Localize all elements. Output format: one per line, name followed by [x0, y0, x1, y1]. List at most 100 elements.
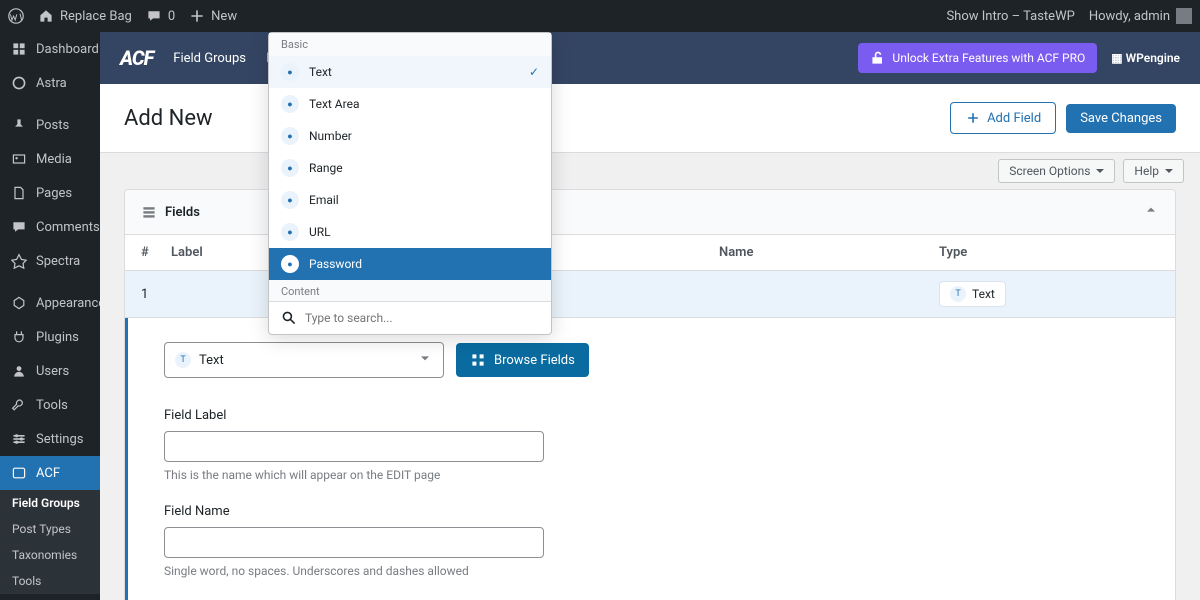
col-name: Name [719, 245, 939, 260]
page-icon [10, 184, 28, 202]
type-chip-label: Text [972, 287, 995, 301]
site-home-link[interactable]: Replace Bag [38, 8, 132, 24]
media-icon [10, 150, 28, 168]
add-field-button[interactable]: Add Field [950, 102, 1056, 134]
option-icon: ● [281, 191, 299, 209]
plus-icon [189, 8, 205, 24]
sidebar-sub-field-groups[interactable]: Field Groups [0, 490, 100, 516]
show-intro-link[interactable]: Show Intro – TasteWP [946, 9, 1074, 24]
fields-icon [141, 204, 157, 220]
check-icon: ✓ [529, 65, 539, 79]
appearance-icon [10, 294, 28, 312]
option-icon: ● [281, 95, 299, 113]
dropdown-search [269, 301, 551, 334]
sidebar-label: Media [36, 152, 72, 167]
sidebar-item-tools[interactable]: Tools [0, 388, 100, 422]
dropdown-search-input[interactable] [305, 311, 539, 325]
admin-bar: Replace Bag 0 New Show Intro – TasteWP H… [0, 0, 1200, 32]
sidebar-sub-tools[interactable]: Tools [0, 568, 100, 594]
comment-icon [146, 8, 162, 24]
upgrade-pro-button[interactable]: Unlock Extra Features with ACF PRO [858, 43, 1097, 73]
col-type: Type [939, 245, 1159, 260]
sidebar-sub-taxonomies[interactable]: Taxonomies [0, 542, 100, 568]
sidebar-item-dashboard[interactable]: Dashboard [0, 32, 100, 66]
sidebar-item-settings[interactable]: Settings [0, 422, 100, 456]
browse-fields-button[interactable]: Browse Fields [456, 343, 589, 377]
help-button[interactable]: Help [1123, 159, 1184, 183]
col-number: # [141, 245, 171, 260]
sidebar-item-pages[interactable]: Pages [0, 176, 100, 210]
settings-icon [10, 430, 28, 448]
save-changes-button[interactable]: Save Changes [1066, 104, 1176, 133]
sidebar-item-astra[interactable]: Astra [0, 66, 100, 100]
option-label: Email [309, 193, 339, 207]
dropdown-group-label: Basic [269, 33, 551, 56]
sidebar-label: Comments [36, 220, 100, 235]
dropdown-option-text-area[interactable]: ●Text Area [269, 88, 551, 120]
acf-header: ACF Field GroupsPost TypesTaxonomiesTool… [100, 32, 1200, 84]
field-editor: T Text Browse Fields Field Label This is… [125, 318, 1175, 600]
field-label-label: Field Label [164, 408, 1139, 423]
main-content: ACF Field GroupsPost TypesTaxonomiesTool… [100, 32, 1200, 600]
wordpress-icon [8, 8, 24, 24]
option-label: Number [309, 129, 352, 143]
field-type-dropdown: Basic●Text✓●Text Area●Number●Range●Email… [268, 32, 552, 335]
sidebar-item-redirection[interactable]: Redirection [0, 594, 100, 600]
sidebar-item-comments[interactable]: Comments [0, 210, 100, 244]
panel-title: Fields [165, 205, 200, 220]
field-name-help: Single word, no spaces. Underscores and … [164, 564, 1139, 578]
plus-icon [965, 110, 981, 126]
comments-link[interactable]: 0 [146, 8, 175, 24]
acf-logo: ACF [120, 46, 153, 70]
panel-collapse-toggle[interactable] [1143, 202, 1159, 222]
text-type-icon: T [175, 352, 191, 368]
field-name-input[interactable] [164, 527, 544, 558]
chevron-down-icon [1096, 169, 1104, 173]
option-label: Text [309, 65, 332, 79]
sidebar-item-posts[interactable]: Posts [0, 108, 100, 142]
sidebar-item-users[interactable]: Users [0, 354, 100, 388]
sidebar-label: Posts [36, 118, 69, 133]
dropdown-option-text[interactable]: ●Text✓ [269, 56, 551, 88]
admin-sidebar: DashboardAstra Posts Media Pages Comments Spe… [0, 32, 100, 600]
dropdown-option-url[interactable]: ●URL [269, 216, 551, 248]
sidebar-item-media[interactable]: Media [0, 142, 100, 176]
account-link[interactable]: Howdy, admin [1089, 8, 1192, 24]
wp-logo[interactable] [8, 8, 24, 24]
field-label-help: This is the name which will appear on th… [164, 468, 1139, 482]
field-type-select[interactable]: T Text [164, 342, 444, 378]
dropdown-option-range[interactable]: ●Range [269, 152, 551, 184]
spectra-icon [10, 252, 28, 270]
comments-count: 0 [168, 9, 175, 24]
tools-icon [10, 396, 28, 414]
plugin-icon [10, 328, 28, 346]
dropdown-option-number[interactable]: ● Number [269, 120, 551, 152]
dashboard-icon [10, 40, 28, 58]
new-link[interactable]: New [189, 8, 237, 24]
grid-icon [470, 352, 486, 368]
astra-icon [10, 74, 28, 92]
howdy-text: Howdy, admin [1089, 9, 1170, 24]
sidebar-item-acf[interactable]: ACF [0, 456, 100, 490]
sidebar-label: Pages [36, 186, 72, 201]
sidebar-item-plugins[interactable]: Plugins [0, 320, 100, 354]
sidebar-sub-post-types[interactable]: Post Types [0, 516, 100, 542]
screen-options-button[interactable]: Screen Options [998, 159, 1115, 183]
dropdown-group-label: Content [269, 280, 551, 301]
field-label-input[interactable] [164, 431, 544, 462]
home-icon [38, 8, 54, 24]
sidebar-item-spectra[interactable]: Spectra [0, 244, 100, 278]
wpengine-logo[interactable]: ▦ WPengine [1111, 51, 1180, 65]
sidebar-label: Settings [36, 432, 83, 447]
sidebar-label: Plugins [36, 330, 79, 345]
option-icon: ● [281, 255, 299, 273]
dropdown-option-email[interactable]: ● Email [269, 184, 551, 216]
option-icon: ● [281, 127, 299, 145]
sidebar-label: Taxonomies [12, 548, 77, 562]
dropdown-option-password[interactable]: ●Password [269, 248, 551, 280]
dropdown-list[interactable]: Basic●Text✓●Text Area●Number●Range●Email… [269, 33, 551, 301]
acf-nav-field-groups[interactable]: Field Groups [173, 51, 246, 66]
chevron-up-icon [1143, 202, 1159, 218]
sidebar-item-appearance[interactable]: Appearance [0, 286, 100, 320]
option-icon: ● [281, 159, 299, 177]
